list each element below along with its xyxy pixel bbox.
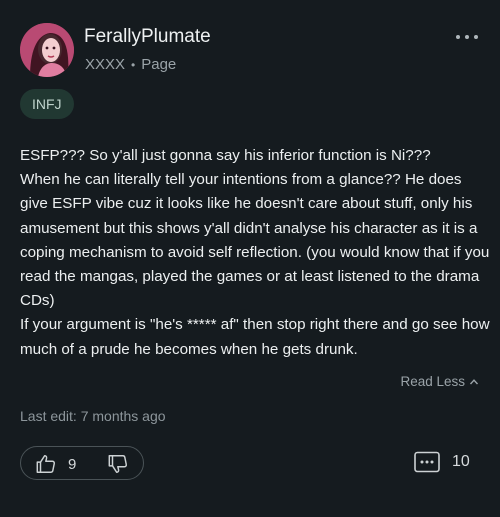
comment-button[interactable]: 10 <box>414 451 470 473</box>
last-edit-timestamp: Last edit: 7 months ago <box>20 408 166 424</box>
username[interactable]: FerallyPlumate <box>84 26 211 48</box>
chevron-up-icon <box>469 378 479 384</box>
mbti-badge[interactable]: INFJ <box>20 89 74 119</box>
vote-controls: 9 <box>20 446 144 480</box>
page-label: Page <box>141 56 177 73</box>
more-options-button[interactable] <box>456 33 478 41</box>
post-body: ESFP??? So y'all just gonna say his infe… <box>20 147 490 358</box>
thumbs-up-icon[interactable] <box>35 453 57 475</box>
thumbs-down-icon[interactable] <box>107 453 129 475</box>
comment-count: 10 <box>452 453 470 470</box>
read-less-button[interactable]: Read Less <box>400 374 479 389</box>
upvote-count: 9 <box>68 456 77 473</box>
read-less-label: Read Less <box>400 374 465 389</box>
avatar[interactable] <box>20 23 74 77</box>
more-dot <box>474 35 478 39</box>
post-card: FerallyPlumate XXXX • Page INFJ ESFP??? … <box>0 0 500 517</box>
more-dot <box>465 35 469 39</box>
avatar-image <box>20 23 74 77</box>
comment-icon <box>414 451 440 473</box>
more-horizontal-icon <box>456 35 460 39</box>
author-meta-line: XXXX • Page <box>85 56 176 73</box>
author-meta: XXXX <box>85 56 126 73</box>
separator-dot: • <box>131 57 136 72</box>
